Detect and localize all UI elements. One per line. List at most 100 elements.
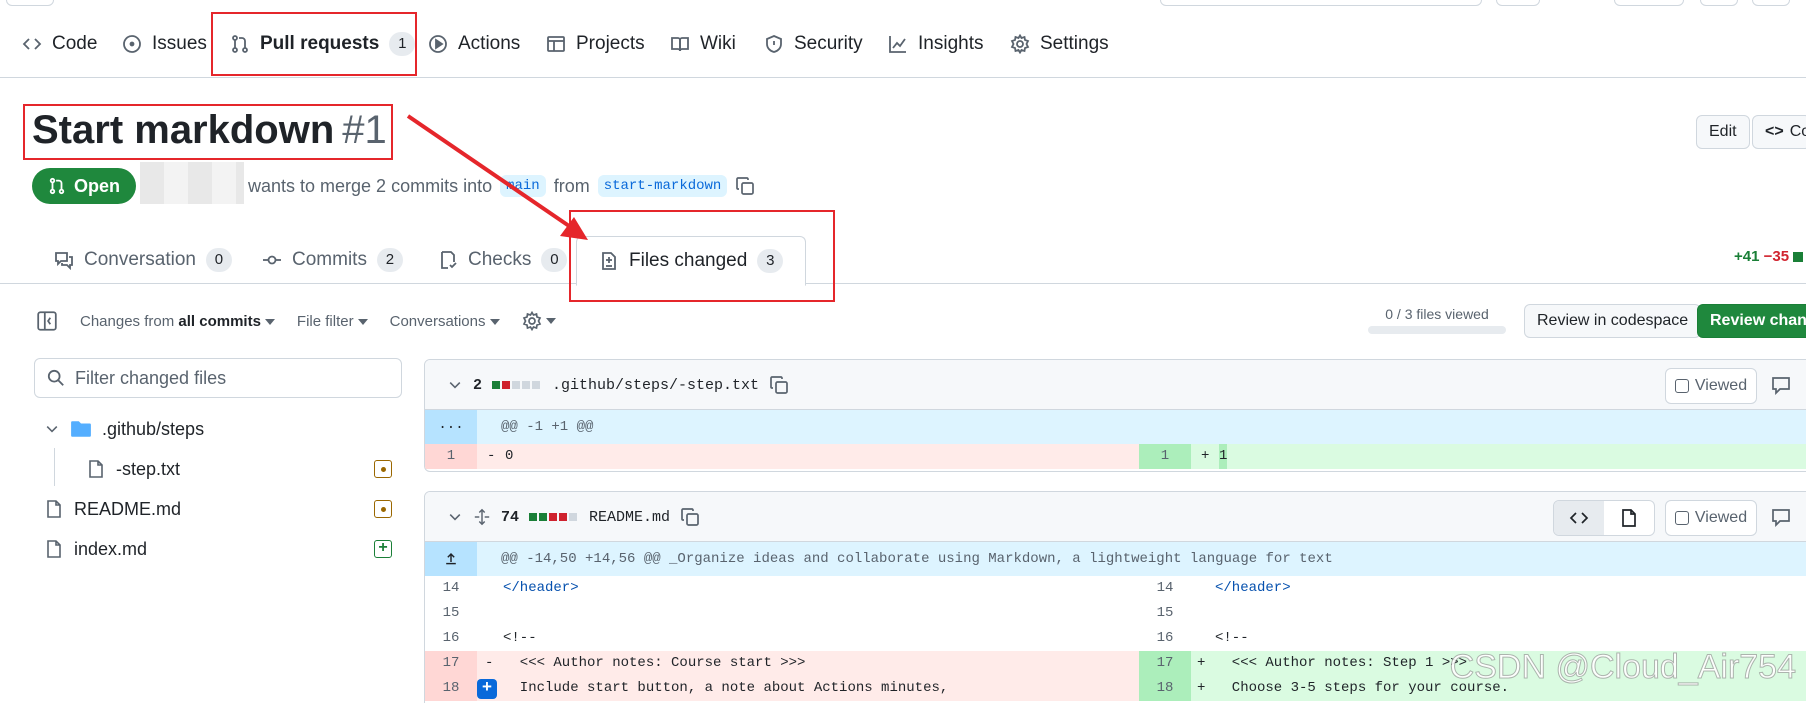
tree-file-name: index.md — [74, 538, 148, 559]
old-line-number[interactable]: 1 — [425, 444, 477, 469]
issues-button[interactable] — [1700, 0, 1738, 6]
file-icon — [47, 540, 61, 558]
old-line-number[interactable]: 17 — [425, 651, 477, 676]
old-line-number[interactable]: 16 — [425, 626, 477, 651]
new-line-number[interactable]: 15 — [1139, 601, 1191, 626]
new-code: <!-- — [1215, 630, 1249, 646]
nav-settings[interactable]: Settings — [1010, 28, 1109, 60]
rich-diff-button[interactable] — [1604, 501, 1654, 535]
review-in-codespace-button[interactable]: Review in codespace — [1524, 304, 1702, 338]
diff-file-path[interactable]: .github/steps/-step.txt — [552, 377, 759, 394]
new-line-number[interactable]: 14 — [1139, 576, 1191, 601]
diff-settings-dropdown[interactable] — [522, 311, 556, 331]
hunk-text: @@ -14,50 +14,56 @@ _Organize ideas and … — [501, 551, 1333, 567]
menu-button[interactable] — [6, 0, 54, 6]
sidebar-toggle-icon[interactable] — [36, 310, 58, 332]
old-line-number[interactable]: 14 — [425, 576, 477, 601]
expand-hunk-button[interactable]: ... — [425, 410, 477, 444]
additions-count: +41 — [1734, 248, 1760, 265]
viewed-checkbox[interactable]: Viewed — [1665, 500, 1757, 536]
nav-insights-label: Insights — [918, 33, 984, 54]
tab-commits[interactable]: Commits 2 — [262, 236, 403, 284]
file-filter-dropdown[interactable]: File filter — [297, 313, 368, 330]
diffstat-block — [1793, 252, 1804, 263]
commit-icon — [263, 255, 281, 265]
code-button[interactable]: <> Co — [1752, 115, 1806, 149]
nav-security[interactable]: Security — [764, 28, 863, 60]
chevron-down-icon[interactable] — [447, 377, 463, 393]
tab-conversation-count: 0 — [205, 248, 232, 272]
diff-line: 15 15 — [425, 601, 1806, 626]
changes-from-dropdown[interactable]: Changes from all commits — [80, 313, 275, 330]
old-code: <!-- — [503, 630, 537, 646]
nav-actions[interactable]: Actions — [428, 28, 520, 60]
diff-file-path[interactable]: README.md — [589, 509, 670, 526]
top-header-clipped — [0, 0, 1806, 8]
status-badge: Open — [32, 168, 137, 204]
filter-changed-files-input[interactable]: Filter changed files — [34, 358, 402, 398]
review-changes-button[interactable]: Review change — [1697, 304, 1806, 338]
pulls-button[interactable] — [1752, 0, 1790, 6]
nav-insights[interactable]: Insights — [888, 28, 983, 60]
status-label: Open — [74, 175, 121, 196]
copy-icon[interactable] — [735, 176, 755, 196]
head-branch[interactable]: start-markdown — [597, 175, 728, 197]
new-line-number[interactable]: 18 — [1139, 676, 1191, 701]
edit-button[interactable]: Edit — [1696, 115, 1750, 149]
viewed-label: Viewed — [1694, 377, 1748, 394]
source-diff-button[interactable] — [1554, 501, 1604, 535]
create-button[interactable] — [1614, 0, 1684, 6]
expand-all-icon[interactable] — [473, 508, 491, 526]
chevron-down-icon[interactable] — [447, 509, 463, 525]
command-button[interactable] — [1496, 0, 1540, 6]
nav-wiki[interactable]: Wiki — [670, 28, 736, 60]
hunk-header: ... @@ -1 +1 @@ — [425, 410, 1806, 444]
tab-conversation[interactable]: Conversation 0 — [54, 236, 232, 284]
copy-icon[interactable] — [769, 375, 789, 395]
nav-issues[interactable]: Issues — [122, 28, 207, 60]
tree-file-readme[interactable]: README.md — [44, 491, 181, 527]
annotation-box-title — [23, 104, 393, 160]
viewed-checkbox[interactable]: Viewed — [1665, 368, 1757, 404]
comment-icon[interactable] — [1771, 375, 1791, 395]
global-search[interactable] — [1160, 0, 1482, 6]
book-icon — [671, 37, 689, 52]
new-sign: + — [1197, 655, 1206, 671]
search-icon — [47, 369, 64, 386]
nav-code[interactable]: Code — [22, 28, 97, 60]
code-icon — [22, 38, 42, 50]
file-added-icon: + — [374, 540, 392, 558]
tree-file-index[interactable]: index.md — [44, 531, 147, 567]
tree-file-step-txt[interactable]: -step.txt — [86, 451, 180, 487]
old-code: 0 — [505, 448, 514, 464]
conversations-dropdown[interactable]: Conversations — [390, 313, 500, 330]
new-line-number[interactable]: 17 — [1139, 651, 1191, 676]
shield-icon — [766, 35, 782, 53]
old-code: Include start button, a note about Actio… — [503, 680, 949, 696]
base-branch[interactable]: main — [500, 175, 546, 197]
avatar[interactable] — [140, 162, 244, 204]
files-toolbar: Changes from all commits File filter Con… — [36, 303, 556, 339]
old-sign: - — [485, 655, 494, 671]
merge-text: wants to merge 2 commits into — [248, 175, 493, 196]
checkbox-box — [1674, 511, 1689, 525]
copy-icon[interactable] — [680, 507, 700, 527]
nav-projects[interactable]: Projects — [546, 28, 645, 60]
new-line-number[interactable]: 16 — [1139, 626, 1191, 651]
chevron-down-icon — [489, 318, 500, 325]
tree-folder-github-steps[interactable]: .github/steps — [44, 411, 204, 447]
old-line-number[interactable]: 18 — [425, 676, 477, 701]
comment-icon[interactable] — [1771, 507, 1791, 527]
diff-line-old: 1 - 0 — [425, 444, 1139, 469]
conversations-label: Conversations — [389, 312, 486, 330]
expand-up-button[interactable] — [425, 542, 477, 576]
checkbox-box — [1674, 379, 1689, 393]
tab-checks[interactable]: Checks 0 — [438, 236, 568, 284]
new-line-number[interactable]: 1 — [1139, 444, 1191, 469]
nav-code-label: Code — [52, 33, 98, 54]
file-filter-label: File filter — [296, 312, 354, 330]
gear-icon — [522, 311, 541, 331]
add-comment-button[interactable]: + — [477, 679, 497, 699]
hunk-text: @@ -1 +1 @@ — [501, 419, 594, 435]
old-line-number[interactable]: 15 — [425, 601, 477, 626]
